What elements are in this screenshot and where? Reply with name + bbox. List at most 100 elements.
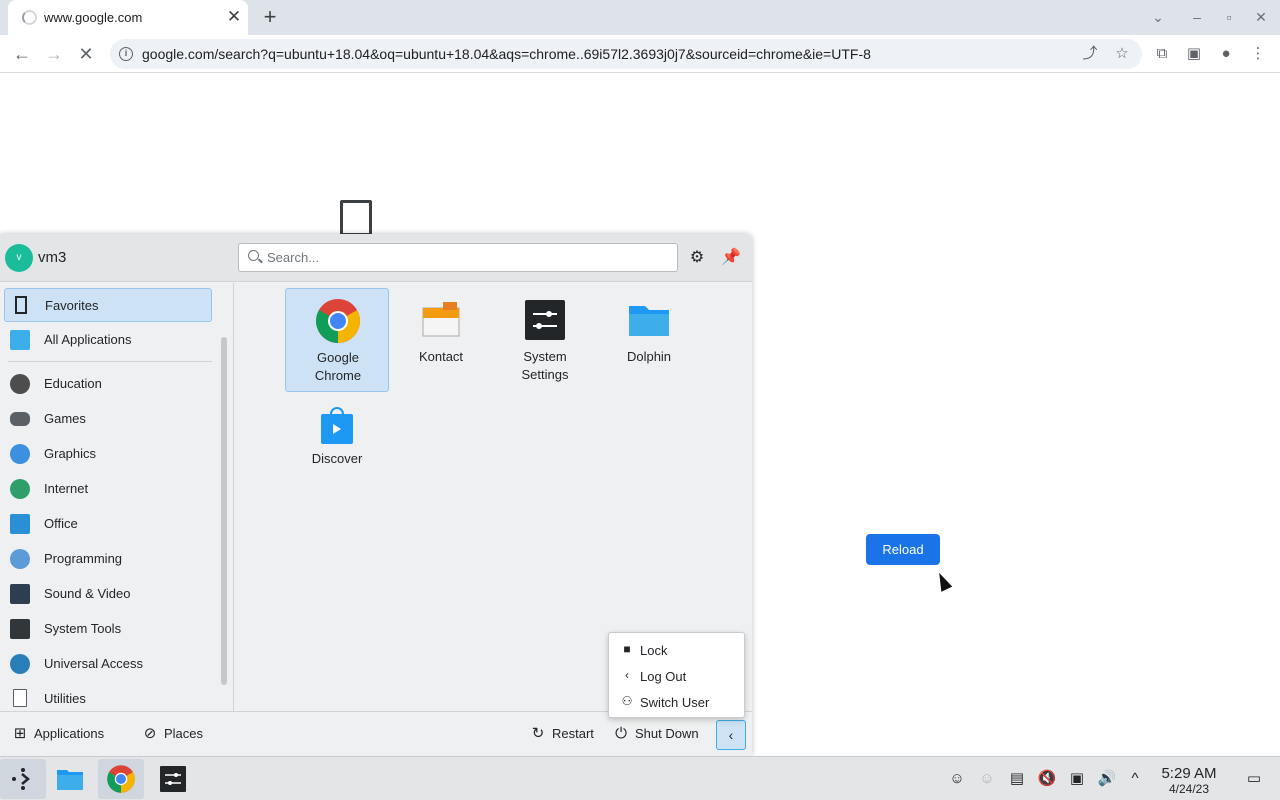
category-graphics[interactable]: Graphics [4,437,212,471]
category-label: System Tools [44,621,122,636]
site-info-icon[interactable]: i [119,47,133,61]
profile-avatar-icon[interactable]: ● [1212,40,1240,68]
task-system-settings[interactable] [150,759,196,799]
category-system-tools[interactable]: System Tools [4,612,212,646]
close-window-icon[interactable]: ✕ [1249,6,1273,28]
chevron-up-icon[interactable]: ^ [1124,768,1146,790]
bookmark-star-icon[interactable]: ☆ [1112,44,1132,64]
category-label: Office [44,516,78,531]
category-label: Universal Access [44,656,143,671]
category-label: Education [44,376,102,391]
new-tab-button[interactable]: + [258,6,282,30]
chrome-icon [107,765,135,793]
app-label: Dolphin [626,349,672,364]
sad-page-icon [340,200,372,236]
category-universal-access[interactable]: Universal Access [4,647,212,681]
launcher-search[interactable] [238,243,678,272]
tab-close-icon[interactable]: ✕ [224,7,244,27]
stop-loading-icon[interactable]: ✕ [72,40,100,68]
category-games[interactable]: Games [4,402,212,436]
clock-date[interactable]: 4/24/23 [1152,782,1226,796]
category-label: Sound & Video [44,586,131,601]
url-text[interactable]: google.com/search?q=ubuntu+18.04&oq=ubun… [142,46,871,62]
launcher-button[interactable] [0,759,46,799]
category-education[interactable]: Education [4,367,212,401]
maximize-icon[interactable]: ▫ [1217,6,1241,28]
utilities-icon [13,689,27,707]
configure-icon[interactable]: ⚙ [685,246,709,270]
show-desktop-icon[interactable]: ▭ [1243,768,1265,790]
loading-spinner-icon [22,10,37,25]
user-icon[interactable]: ☺ [946,768,968,790]
extensions-icon[interactable]: ⧉ [1148,40,1176,68]
tab-search-icon[interactable]: ⌄ [1146,6,1170,28]
category-label: Utilities [44,691,86,706]
education-icon [10,374,30,394]
category-programming[interactable]: Programming [4,542,212,576]
category-label: Graphics [44,446,97,461]
menu-item-logout[interactable]: ‹ Log Out [609,663,746,689]
app-system-settings[interactable]: System Settings [493,288,597,392]
task-chrome[interactable] [98,759,144,799]
chevron-left-icon: ‹ [728,727,734,743]
restart-button[interactable]: ↻ Restart [530,723,594,745]
session-more-button[interactable]: ‹ [716,720,746,750]
kde-launcher-icon [12,768,30,790]
graphics-icon [10,444,30,464]
volume-icon[interactable]: 🔊 [1096,768,1118,790]
app-dolphin[interactable]: Dolphin [597,288,701,392]
task-dolphin[interactable] [47,759,93,799]
app-discover[interactable]: Discover [285,398,389,502]
category-utilities[interactable]: Utilities [4,682,212,711]
username: vm3 [38,249,67,266]
app-label: Google Chrome [314,350,362,383]
address-bar[interactable]: i google.com/search?q=ubuntu+18.04&oq=ub… [110,39,1142,69]
places-tab[interactable]: ⊘ Places [142,723,203,745]
applications-tab[interactable]: ⊞ Applications [12,723,104,745]
sidebar-scrollbar[interactable] [221,337,227,685]
reload-button[interactable]: Reload [866,534,940,565]
clipboard-icon[interactable]: ▤ [1006,768,1028,790]
app-label: Discover [311,451,363,466]
category-sound-video[interactable]: Sound & Video [4,577,212,611]
category-label: Internet [44,481,89,496]
settings-icon [160,766,186,792]
programming-icon [10,549,30,569]
switch-user-icon: ⚇ [621,694,633,708]
muted-audio-icon[interactable]: 🔇 [1036,768,1058,790]
taskbar: ☺ ☺ ▤ 🔇 ▣ 🔊 ^ 5:29 AM 4/24/23 ▭ [0,756,1280,800]
category-all-applications[interactable]: All Applications [4,323,212,357]
browser-tab[interactable]: www.google.com ✕ [8,0,248,35]
pin-icon[interactable]: 📌 [719,246,743,270]
office-icon [10,514,30,534]
minimize-icon[interactable]: – [1185,6,1209,28]
menu-item-switch-user[interactable]: ⚇ Switch User [609,689,746,715]
search-icon [248,250,259,261]
folder-icon [57,770,83,790]
menu-item-lock[interactable]: ■ Lock [609,637,746,663]
power-icon: ⏻ [615,725,627,742]
share-icon[interactable]: ⤴ [1080,44,1100,64]
shutdown-button[interactable]: ⏻ Shut Down [613,723,699,745]
multimedia-icon [10,584,30,604]
category-office[interactable]: Office [4,507,212,541]
mouse-cursor-icon [933,570,953,592]
restart-icon: ↻ [531,725,545,742]
logout-icon: ‹ [625,668,629,682]
category-favorites[interactable]: Favorites [4,288,212,322]
clock-time[interactable]: 5:29 AM [1152,765,1226,782]
app-kontact[interactable]: Kontact [389,288,493,392]
back-icon[interactable]: ← [8,40,36,68]
user-avatar[interactable]: v [5,244,33,272]
compass-icon: ⊘ [143,725,157,742]
menu-kebab-icon[interactable]: ⋮ [1244,40,1272,68]
kde-connect-icon[interactable]: ☺ [976,768,998,790]
app-google-chrome[interactable]: Google Chrome [285,288,389,392]
forward-icon[interactable]: → [40,40,68,68]
network-icon[interactable]: ▣ [1066,768,1088,790]
category-internet[interactable]: Internet [4,472,212,506]
side-panel-icon[interactable]: ▣ [1180,40,1208,68]
grid-icon [10,330,30,350]
search-input[interactable] [267,244,667,271]
folder-icon [629,306,669,336]
